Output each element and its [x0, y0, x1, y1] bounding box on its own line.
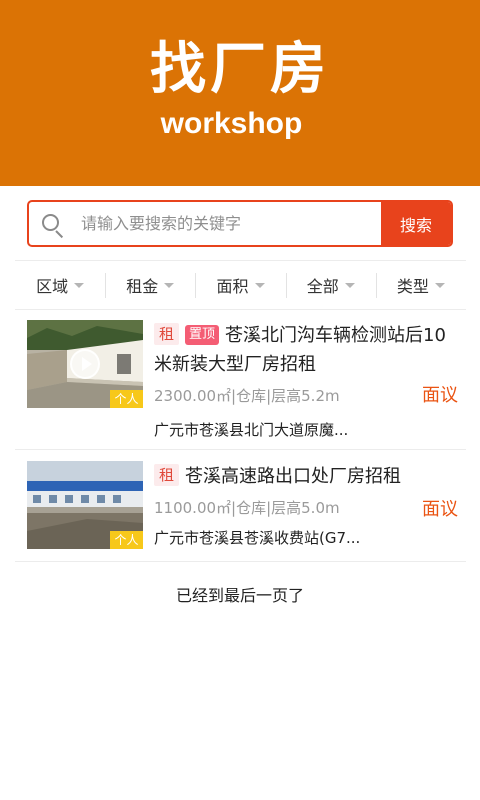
end-of-list-note: 已经到最后一页了 [175, 586, 304, 605]
filter-label: 全部 [306, 277, 339, 296]
rent-tag: 租 [154, 464, 180, 486]
listing-content: 租置顶 苍溪北门沟车辆检测站后10米新装大型厂房招租 2300.00㎡|仓库|层高… [154, 321, 459, 440]
owner-type-badge: 个人 [110, 390, 143, 408]
filter-rent[interactable]: 租金 [105, 261, 195, 309]
caret-down-icon [254, 282, 265, 288]
search-input[interactable] [79, 202, 381, 245]
listing-title[interactable]: 租苍溪高速路出口处厂房招租 [154, 462, 459, 491]
filter-type[interactable]: 类型 [375, 261, 466, 309]
listing-meta: 1100.00㎡|仓库|层高5.0m [154, 499, 340, 517]
rent-tag: 租 [154, 323, 180, 345]
owner-type-badge: 个人 [110, 531, 143, 549]
listing-meta: 2300.00㎡|仓库|层高5.2m [154, 387, 340, 405]
listing-address: 广元市苍溪县北门大道原魔... [154, 421, 349, 439]
header-banner: 找厂房 workshop [0, 0, 480, 186]
page-subtitle: workshop [160, 107, 303, 140]
listing-address: 广元市苍溪县苍溪收费站(G7... [154, 529, 361, 547]
list-item[interactable]: 个人 租苍溪高速路出口处厂房招租 1100.00㎡|仓库|层高5.0m 广元市苍… [15, 450, 466, 562]
listing-thumbnail[interactable]: 个人 [27, 461, 143, 549]
caret-down-icon [434, 282, 445, 288]
top-badge: 置顶 [185, 325, 220, 345]
listing-thumbnail[interactable]: 个人 [27, 320, 143, 408]
filter-bar: 区域 租金 面积 全部 类型 [15, 260, 466, 310]
listing-title[interactable]: 租置顶 苍溪北门沟车辆检测站后10米新装大型厂房招租 [154, 321, 459, 379]
filter-label: 面积 [216, 277, 249, 296]
caret-down-icon [164, 282, 175, 288]
search-bar: 搜索 [27, 200, 453, 247]
listing-content: 租苍溪高速路出口处厂房招租 1100.00㎡|仓库|层高5.0m 广元市苍溪县苍… [154, 462, 459, 548]
list-item[interactable]: 个人 租置顶 苍溪北门沟车辆检测站后10米新装大型厂房招租 2300.00㎡|仓库… [15, 311, 466, 450]
filter-area[interactable]: 面积 [195, 261, 285, 309]
listing-price: 面议 [422, 499, 458, 520]
filter-label: 租金 [126, 277, 159, 296]
listing-title-text: 苍溪高速路出口处厂房招租 [185, 466, 402, 487]
page-title: 找厂房 [150, 37, 330, 102]
search-button[interactable]: 搜索 [381, 202, 451, 245]
caret-down-icon [74, 282, 85, 288]
search-icon [29, 202, 79, 245]
caret-down-icon [344, 282, 355, 288]
listing-price: 面议 [422, 385, 458, 406]
play-icon[interactable] [70, 349, 100, 379]
filter-label: 类型 [396, 277, 429, 296]
filter-label: 区域 [36, 277, 69, 296]
filter-all[interactable]: 全部 [285, 261, 376, 309]
filter-region[interactable]: 区域 [15, 261, 105, 309]
